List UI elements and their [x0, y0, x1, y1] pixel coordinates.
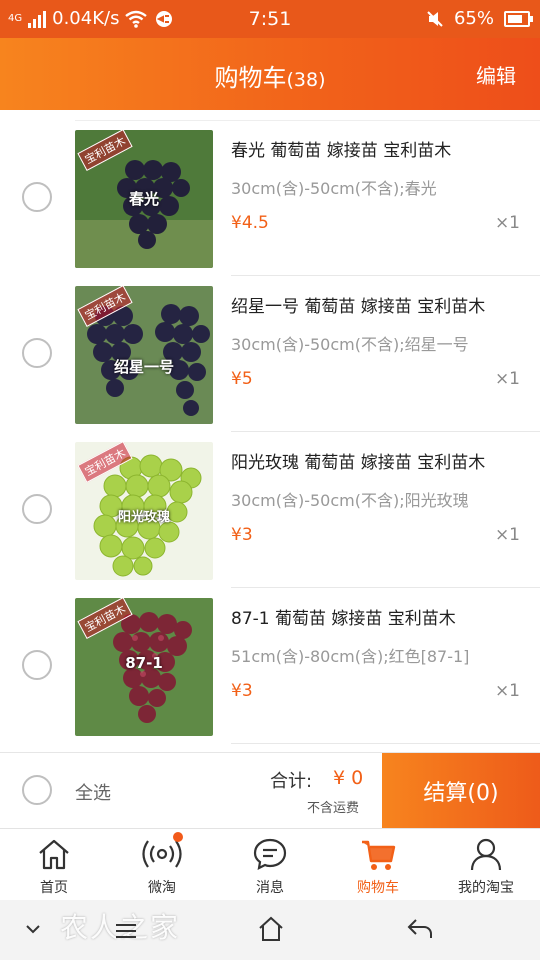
product-price: ¥3: [231, 525, 253, 545]
tab-home[interactable]: 首页: [0, 829, 108, 901]
back-icon[interactable]: [406, 918, 434, 940]
tab-label: 消息: [256, 880, 284, 896]
cart-list[interactable]: 宝利苗木 春光 春光 葡萄苗 嫁接苗 宝利苗木 30cm(含)-50cm(不含)…: [0, 110, 540, 752]
status-bar: 4G 0.04K/s 7:51 65%: [0, 0, 540, 38]
tab-label: 购物车: [357, 880, 399, 896]
tab-cart[interactable]: 购物车: [324, 829, 432, 901]
total-label: 合计:: [270, 771, 313, 792]
chevron-down-icon[interactable]: [24, 922, 42, 936]
product-title[interactable]: 绍星一号 葡萄苗 嫁接苗 宝利苗木: [231, 292, 485, 317]
menu-icon[interactable]: [114, 922, 138, 940]
product-quantity: ×1: [494, 213, 520, 233]
broadcast-icon: [142, 840, 182, 868]
page-title-text: 购物车: [214, 64, 287, 92]
product-image[interactable]: 宝利苗木 绍星一号: [75, 286, 213, 424]
product-image[interactable]: 宝利苗木 87-1: [75, 598, 213, 736]
mute-icon: [427, 10, 443, 27]
system-nav-bar: 农人之家: [0, 900, 540, 960]
cart-icon: [362, 840, 396, 870]
battery-icon: [504, 10, 533, 27]
home-nav-icon[interactable]: [258, 916, 284, 942]
select-all-label[interactable]: 全选: [75, 779, 111, 805]
product-quantity: ×1: [494, 369, 520, 389]
page-title: 购物车(38): [0, 58, 540, 93]
product-price: ¥3: [231, 681, 253, 701]
cart-item: 宝利苗木 绍星一号 绍星一号 葡萄苗 嫁接苗 宝利苗木 30cm(含)-50cm…: [0, 286, 540, 442]
tab-label: 微淘: [148, 880, 176, 896]
product-spec[interactable]: 30cm(含)-50cm(不含);绍星一号: [231, 331, 469, 355]
tab-weitao[interactable]: 微淘: [108, 829, 216, 901]
product-title[interactable]: 阳光玫瑰 葡萄苗 嫁接苗 宝利苗木: [231, 448, 485, 473]
shipping-note: 不含运费: [307, 801, 360, 816]
page-header: 购物车(38) 编辑: [0, 38, 540, 110]
tab-label: 首页: [40, 880, 68, 896]
product-spec[interactable]: 51cm(含)-80cm(含);红色[87-1]: [231, 643, 469, 667]
product-image[interactable]: 宝利苗木 春光: [75, 130, 213, 268]
thumb-label: 阳光玫瑰: [117, 510, 170, 525]
list-top-divider: [75, 120, 540, 121]
product-spec[interactable]: 30cm(含)-50cm(不含);阳光玫瑰: [231, 487, 469, 511]
checkout-button[interactable]: 结算(0): [382, 753, 540, 829]
item-divider: [231, 587, 540, 588]
product-quantity: ×1: [494, 681, 520, 701]
item-checkbox[interactable]: [22, 338, 52, 368]
notification-dot: [173, 832, 183, 842]
bottom-tab-bar: 首页 微淘 消息 购物车 我的淘宝: [0, 828, 540, 900]
thumb-label: 绍星一号: [113, 358, 174, 376]
battery-level: 65%: [453, 8, 494, 29]
status-right: 65%: [426, 8, 533, 29]
product-spec[interactable]: 30cm(含)-50cm(不含);春光: [231, 175, 437, 199]
thumb-label: 87-1: [125, 654, 163, 672]
product-quantity: ×1: [494, 525, 520, 545]
product-price: ¥5: [231, 369, 253, 389]
item-divider: [231, 743, 540, 744]
product-image[interactable]: 宝利苗木 阳光玫瑰: [75, 442, 213, 580]
cart-item: 宝利苗木 87-1 87-1 葡萄苗 嫁接苗 宝利苗木 51cm(含)-80cm…: [0, 598, 540, 752]
tab-my-taobao[interactable]: 我的淘宝: [432, 829, 540, 901]
item-checkbox[interactable]: [22, 494, 52, 524]
item-divider: [231, 275, 540, 276]
user-icon: [470, 838, 502, 871]
product-title[interactable]: 春光 葡萄苗 嫁接苗 宝利苗木: [231, 136, 451, 161]
select-all-checkbox[interactable]: [22, 775, 52, 805]
checkout-bar: 全选 合计: ¥ 0 不含运费 结算(0): [0, 752, 540, 829]
thumb-label: 春光: [128, 190, 159, 208]
item-divider: [231, 431, 540, 432]
item-checkbox[interactable]: [22, 650, 52, 680]
edit-button[interactable]: 编辑: [476, 60, 516, 89]
tab-label: 我的淘宝: [458, 880, 514, 896]
cart-item: 宝利苗木 阳光玫瑰 阳光玫瑰 葡萄苗 嫁接苗 宝利苗木 30cm(含)-50cm…: [0, 442, 540, 598]
product-price: ¥4.5: [231, 213, 269, 233]
item-checkbox[interactable]: [22, 182, 52, 212]
cart-count: (38): [286, 69, 326, 91]
total-value: ¥ 0: [333, 767, 364, 789]
product-title[interactable]: 87-1 葡萄苗 嫁接苗 宝利苗木: [231, 604, 456, 629]
message-icon: [253, 838, 287, 870]
home-icon: [39, 839, 69, 870]
cart-item: 宝利苗木 春光 春光 葡萄苗 嫁接苗 宝利苗木 30cm(含)-50cm(不含)…: [0, 130, 540, 286]
tab-messages[interactable]: 消息: [216, 829, 324, 901]
